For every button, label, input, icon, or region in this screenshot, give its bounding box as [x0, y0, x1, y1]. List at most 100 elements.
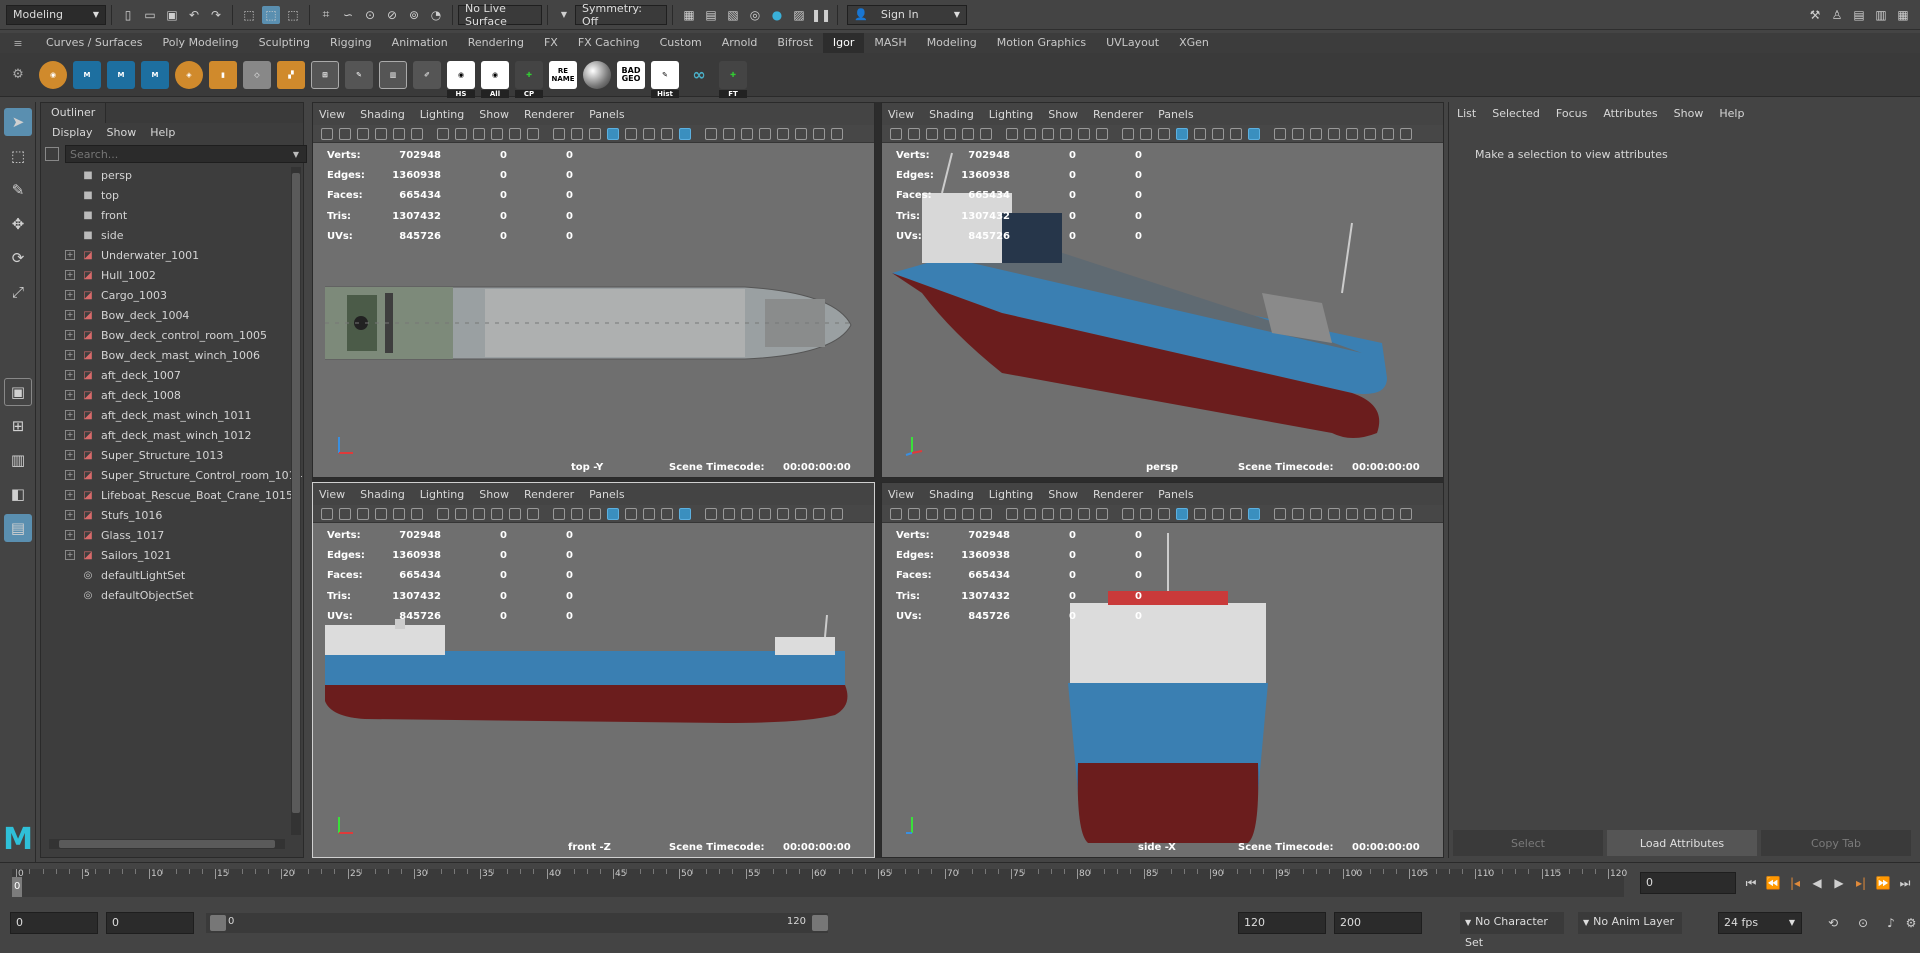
single-pane-layout-icon[interactable]: ▣ — [4, 378, 32, 406]
shelf-tab-mash[interactable]: MASH — [864, 33, 916, 53]
outliner-menu-help[interactable]: Help — [143, 123, 182, 143]
pause-icon[interactable]: ❚❚ — [811, 6, 831, 24]
outliner-item-object-0[interactable]: + ◪ Underwater_1001 — [65, 245, 303, 265]
viewport-tool-icon[interactable] — [1400, 127, 1412, 140]
four-pane-layout-icon[interactable]: ⊞ — [4, 412, 32, 440]
viewport-tool-icon[interactable] — [1274, 127, 1286, 140]
viewport-tool-icon[interactable] — [1140, 507, 1152, 520]
viewport-tool-icon[interactable] — [589, 127, 601, 140]
expand-icon[interactable]: + — [65, 410, 75, 420]
audio-icon[interactable]: ♪ — [1882, 914, 1900, 932]
viewport-tool-icon[interactable] — [455, 127, 467, 140]
go-to-start-icon[interactable]: ⏮ — [1742, 874, 1760, 892]
viewport-tool-icon[interactable] — [1006, 127, 1018, 140]
viewport-menu-panels[interactable]: Panels — [1158, 108, 1193, 121]
viewport-tool-icon[interactable] — [1230, 127, 1242, 140]
modeling-tool-2-icon[interactable]: M — [107, 60, 135, 89]
symmetry-dropdown-icon[interactable]: ▼ — [555, 6, 573, 24]
ft-button[interactable]: FT ✚ — [719, 60, 747, 98]
viewport-menu-view[interactable]: View — [888, 488, 914, 501]
viewport-tool-icon[interactable] — [1310, 507, 1322, 520]
viewport-menu-show[interactable]: Show — [1048, 488, 1078, 501]
copy-tab-button[interactable]: Copy Tab — [1761, 830, 1911, 856]
viewport-menu-shading[interactable]: Shading — [929, 108, 974, 121]
attr-menu-attributes[interactable]: Attributes — [1603, 107, 1657, 120]
expand-icon[interactable]: + — [65, 270, 75, 280]
viewport-menu-show[interactable]: Show — [479, 488, 509, 501]
viewport-tool-icon[interactable] — [1382, 507, 1394, 520]
time-ruler[interactable]: 0 5 10 15 20 25 30 35 40 45 50 55 60 65 70 75 80 85 90 95 10… — [12, 869, 1627, 897]
shelf-tab-uvlayout[interactable]: UVLayout — [1096, 33, 1169, 53]
viewport-tool-icon[interactable] — [1212, 127, 1224, 140]
hs-button[interactable]: HS ◉ — [447, 60, 475, 98]
shelf-tab-rendering[interactable]: Rendering — [458, 33, 534, 53]
viewport-tool-icon[interactable] — [1176, 127, 1188, 140]
viewport-tool-icon[interactable] — [705, 127, 717, 140]
viewport-tool-icon[interactable] — [741, 127, 753, 140]
shelf-tab-bifrost[interactable]: Bifrost — [767, 33, 823, 53]
viewport-tool-icon[interactable] — [1292, 127, 1304, 140]
viewport-tool-icon[interactable] — [741, 507, 753, 520]
playback-start-field[interactable]: 0 — [106, 912, 194, 934]
step-back-frame-icon[interactable]: |◂ — [1786, 874, 1804, 892]
viewport-tool-icon[interactable] — [1310, 127, 1322, 140]
scale-tool-icon[interactable]: ⤢ — [4, 278, 32, 306]
expand-icon[interactable]: + — [65, 290, 75, 300]
outliner-item-object-14[interactable]: + ◪ Glass_1017 — [65, 525, 303, 545]
shelf-options-icon[interactable]: ⚙ — [0, 67, 36, 82]
viewport-tool-icon[interactable] — [607, 507, 619, 520]
viewport-tool-icon[interactable] — [831, 127, 843, 140]
outliner-item-object-3[interactable]: + ◪ Bow_deck_1004 — [65, 305, 303, 325]
snap-live-icon[interactable]: ◔ — [427, 6, 445, 24]
brush-tool-icon[interactable]: ✐ — [413, 60, 441, 89]
outliner-item-object-5[interactable]: + ◪ Bow_deck_mast_winch_1006 — [65, 345, 303, 365]
viewport-tool-icon[interactable] — [643, 127, 655, 140]
modeling-tool-icon[interactable]: M — [73, 60, 101, 89]
viewport-tool-icon[interactable] — [962, 507, 974, 520]
viewport-tool-icon[interactable] — [1122, 507, 1134, 520]
pivot-tool-icon[interactable]: ◈ — [175, 60, 203, 89]
outliner-menu-show[interactable]: Show — [100, 123, 144, 143]
shelf-tab-fx[interactable]: FX — [534, 33, 568, 53]
select-button[interactable]: Select — [1453, 830, 1603, 856]
viewport-tool-icon[interactable] — [723, 127, 735, 140]
viewport-tool-icon[interactable] — [944, 127, 956, 140]
outliner-menu-display[interactable]: Display — [45, 123, 100, 143]
shelf-tab-rigging[interactable]: Rigging — [320, 33, 382, 53]
viewport-tool-icon[interactable] — [321, 127, 333, 140]
viewport-tool-icon[interactable] — [339, 127, 351, 140]
play-backward-icon[interactable]: ◀ — [1808, 874, 1826, 892]
viewport-tool-icon[interactable] — [1024, 507, 1036, 520]
tool-settings-icon[interactable]: ▥ — [1872, 6, 1890, 24]
viewport-tool-icon[interactable] — [625, 127, 637, 140]
open-scene-icon[interactable]: ▭ — [141, 6, 159, 24]
auto-key-icon[interactable]: ⊙ — [1854, 914, 1872, 932]
viewport-menu-show[interactable]: Show — [479, 108, 509, 121]
shelf-tab-sculpting[interactable]: Sculpting — [249, 33, 320, 53]
viewport-menu-lighting[interactable]: Lighting — [989, 488, 1033, 501]
bevel-tool-icon[interactable]: ▮ — [209, 60, 237, 89]
viewport-tool-icon[interactable] — [944, 507, 956, 520]
expand-icon[interactable]: + — [65, 510, 75, 520]
viewport-tool-icon[interactable] — [908, 507, 920, 520]
attr-menu-focus[interactable]: Focus — [1556, 107, 1587, 120]
columns-tool-icon[interactable]: ▥ — [379, 60, 407, 89]
persp-outliner-layout-icon[interactable]: ▤ — [4, 514, 32, 542]
viewport-tool-icon[interactable] — [455, 507, 467, 520]
outliner-search-input[interactable] — [65, 145, 307, 163]
outliner-item-camera-3[interactable]: ■ side — [65, 225, 303, 245]
mode-selector[interactable]: Modeling ▼ — [6, 4, 106, 25]
loop-icon[interactable]: ⟲ — [1824, 914, 1842, 932]
go-to-end-icon[interactable]: ⏭ — [1896, 874, 1914, 892]
viewport-tool-icon[interactable] — [1158, 127, 1170, 140]
viewport-menu-view[interactable]: View — [888, 108, 914, 121]
filter-icon[interactable] — [45, 147, 59, 161]
character-controls-icon[interactable]: ♙ — [1828, 6, 1846, 24]
expand-icon[interactable]: + — [65, 310, 75, 320]
viewport-tool-icon[interactable] — [777, 127, 789, 140]
rename-button[interactable]: RE NAME — [549, 60, 577, 89]
grid-tool-icon[interactable]: ⊞ — [311, 60, 339, 89]
viewport-tool-icon[interactable] — [679, 507, 691, 520]
viewport-menu-lighting[interactable]: Lighting — [420, 108, 464, 121]
outliner-item-object-12[interactable]: + ◪ Lifeboat_Rescue_Boat_Crane_1015 — [65, 485, 303, 505]
